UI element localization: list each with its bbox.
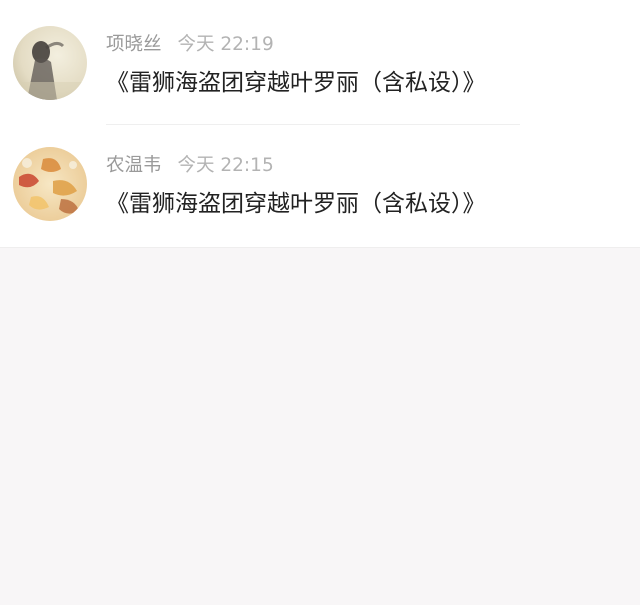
list-item[interactable]: 农温韦 今天 22:15 《雷狮海盗团穿越叶罗丽（含私设）》 — [0, 125, 640, 246]
sender-name: 项晓丝 — [106, 34, 162, 55]
sender-name: 农温韦 — [106, 155, 162, 176]
message-text[interactable]: 《雷狮海盗团穿越叶罗丽（含私设）》 — [106, 66, 486, 100]
avatar[interactable] — [13, 26, 87, 100]
message-time: 今天 22:15 — [177, 155, 274, 176]
message-meta: 项晓丝 今天 22:19 — [106, 31, 274, 59]
message-text[interactable]: 《雷狮海盗团穿越叶罗丽（含私设）》 — [106, 187, 486, 221]
avatar[interactable] — [13, 147, 87, 221]
list-item[interactable]: 项晓丝 今天 22:19 《雷狮海盗团穿越叶罗丽（含私设）》 — [0, 4, 640, 125]
message-list: 项晓丝 今天 22:19 《雷狮海盗团穿越叶罗丽（含私设）》 农温韦 今天 22… — [0, 0, 640, 248]
message-time: 今天 22:19 — [177, 34, 274, 55]
user-avatar-image — [13, 147, 87, 221]
user-avatar-image — [13, 26, 87, 100]
message-meta: 农温韦 今天 22:15 — [106, 152, 274, 180]
